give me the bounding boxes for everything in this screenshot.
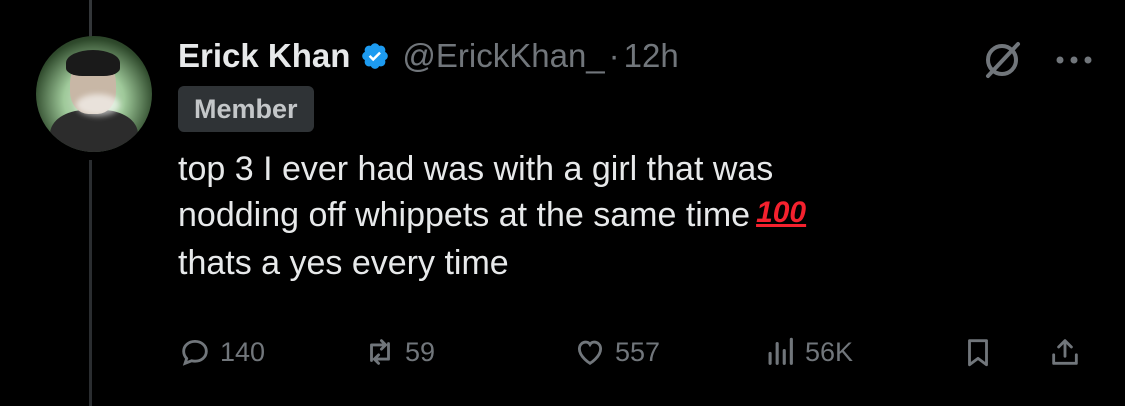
share-button[interactable] xyxy=(1048,330,1090,374)
retweet-count: 59 xyxy=(405,336,436,367)
retweet-button[interactable]: 59 xyxy=(363,330,435,374)
grok-icon[interactable] xyxy=(980,38,1024,82)
timestamp[interactable]: 12h xyxy=(624,37,679,75)
reply-count: 140 xyxy=(220,336,266,367)
tweet-header: Erick Khan @ErickKhan_ · 12h xyxy=(178,34,679,78)
avatar-body xyxy=(50,110,138,152)
thread-line-bottom xyxy=(89,160,92,406)
action-bar: 140 59 557 56K xyxy=(178,330,1098,374)
author-handle[interactable]: @ErickKhan_ xyxy=(402,37,604,75)
bookmark-icon xyxy=(968,339,988,367)
share-icon xyxy=(1052,339,1078,365)
separator-dot: · xyxy=(608,37,620,74)
heart-icon xyxy=(577,340,603,365)
reply-button[interactable]: 140 xyxy=(178,330,265,374)
retweet-icon xyxy=(370,339,390,365)
author-name[interactable]: Erick Khan xyxy=(178,37,350,75)
tweet-text-line: nodding off whippets at the same time 100 xyxy=(178,192,1098,240)
avatar-hair xyxy=(66,50,120,76)
views-icon xyxy=(768,337,793,365)
tweet-text-line: top 3 I ever had was with a girl that wa… xyxy=(178,150,774,188)
more-icon[interactable] xyxy=(1052,48,1096,72)
view-count: 56K xyxy=(805,336,854,367)
bookmark-button[interactable] xyxy=(961,330,1003,374)
views-button[interactable]: 56K xyxy=(763,330,853,374)
hundred-points-emoji: 100 xyxy=(756,196,807,229)
avatar[interactable] xyxy=(36,36,152,152)
tweet-text-line: thats a yes every time xyxy=(178,244,509,282)
like-button[interactable]: 557 xyxy=(573,330,660,374)
member-badge: Member xyxy=(178,86,314,132)
like-count: 557 xyxy=(615,336,661,367)
tweet-text: top 3 I ever had was with a girl that wa… xyxy=(178,146,1098,286)
verified-badge-icon xyxy=(362,43,389,69)
avatar-smoke xyxy=(76,94,120,116)
tweet-text-line-content: nodding off whippets at the same time xyxy=(178,196,751,234)
thread-line-top xyxy=(89,0,92,40)
reply-icon xyxy=(182,339,208,366)
